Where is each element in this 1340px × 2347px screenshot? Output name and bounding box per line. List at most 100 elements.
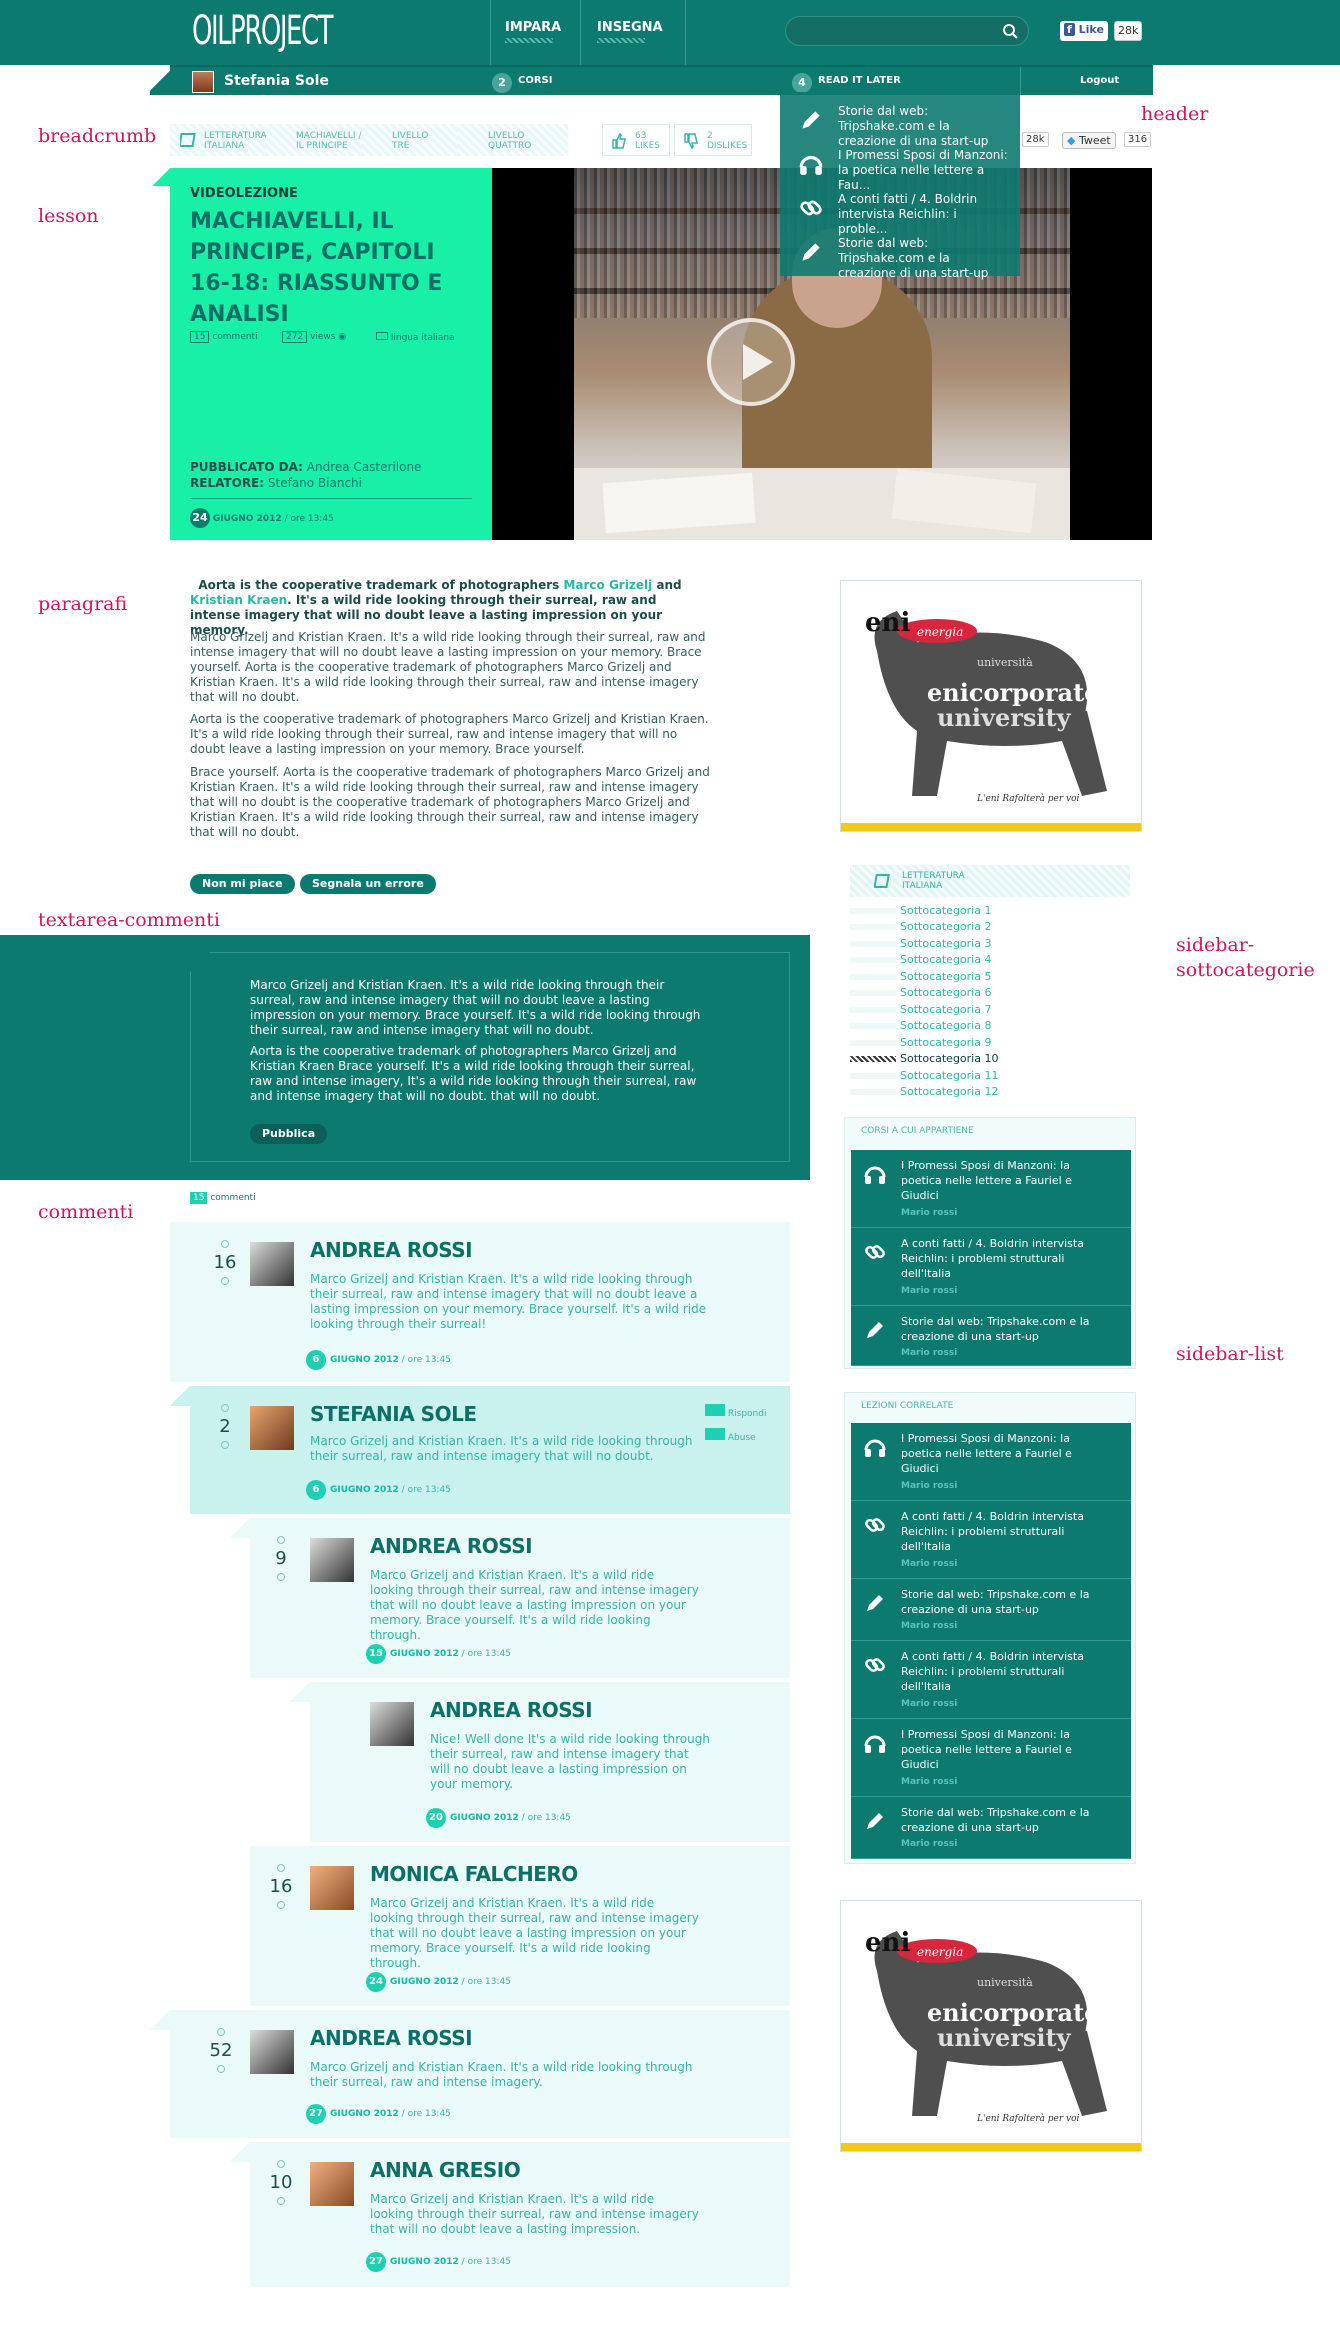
lesson-comments-count[interactable]: 15 commenti [190, 331, 258, 343]
comment-author[interactable]: STEFANIA SOLE [310, 1402, 477, 1426]
sidebar-subcategory[interactable]: Sottocategoria 4 [850, 952, 1150, 968]
avatar[interactable] [250, 1242, 294, 1286]
comment-reply: 10 ANNA GRESIO Marco Grizelj and Kristia… [230, 2142, 790, 2287]
facebook-icon: f [1064, 23, 1075, 36]
sidebar-subcategory[interactable]: Sottocategoria 7 [850, 1002, 1150, 1018]
report-error-button[interactable]: Segnala un errore [300, 874, 436, 894]
comment-date: 24 GIUGNO 2012 / ore 13:45 [366, 1972, 511, 1992]
vote-count[interactable]: 16 [210, 1240, 240, 1285]
avatar[interactable] [310, 1538, 354, 1582]
read-later-link[interactable]: 4 [792, 71, 812, 93]
avatar[interactable] [310, 1866, 354, 1910]
ad-banner[interactable]: eni energia enicorporate university univ… [840, 1900, 1142, 2152]
headphones-icon [864, 1735, 886, 1753]
vote-count[interactable]: 9 [266, 1536, 296, 1581]
read-later-label[interactable]: READ IT LATER [818, 75, 901, 86]
read-later-item[interactable]: Storie dal web: Tripshake.com e la creaz… [780, 229, 1020, 280]
play-icon[interactable] [707, 318, 795, 406]
read-later-item[interactable]: I Promessi Sposi di Manzoni: la poetica … [780, 141, 1020, 192]
avatar[interactable] [310, 2162, 354, 2206]
vote-count[interactable]: 16 [266, 1864, 296, 1909]
corsi-label[interactable]: CORSI [518, 75, 552, 86]
related-lesson-item[interactable]: Storie dal web: Tripshake.com e la creaz… [851, 1797, 1131, 1859]
vote-count[interactable]: 2 [210, 1404, 240, 1449]
sidebar-subcategory[interactable]: Sottocategoria 3 [850, 936, 1150, 952]
fb-like-count: 28k [1114, 21, 1143, 41]
lesson-title: MACHIAVELLI, IL PRINCIPE, CAPITOLI 16-18… [190, 209, 443, 327]
avatar[interactable] [192, 71, 214, 93]
ad-banner[interactable]: eni energia enicorporate university univ… [840, 580, 1142, 832]
related-lesson-item[interactable]: Storie dal web: Tripshake.com e la creaz… [851, 1579, 1131, 1641]
nav-insegna[interactable]: INSEGNA [597, 20, 663, 43]
comment-author[interactable]: MONICA FALCHERO [370, 1862, 578, 1886]
svg-text:eni: eni [865, 1928, 910, 1958]
link-icon [800, 200, 822, 216]
breadcrumb-item[interactable]: LIVELLO TRE [362, 124, 460, 156]
avatar[interactable] [250, 2030, 294, 2074]
related-lesson-item[interactable]: I Promessi Sposi di Manzoni: la poetica … [851, 1719, 1131, 1797]
sidebar-subcategory[interactable]: Sottocategoria 1 [850, 903, 1150, 919]
related-lesson-item[interactable]: A conti fatti / 4. Boldrin intervista Re… [851, 1501, 1131, 1579]
comment-reply: 16 MONICA FALCHERO Marco Grizelj and Kri… [250, 1846, 790, 2006]
related-lesson-item[interactable]: A conti fatti / 4. Boldrin intervista Re… [851, 1641, 1131, 1719]
paragraph: Aorta is the cooperative trademark of ph… [190, 712, 709, 756]
sidebar-subcategory[interactable]: Sottocategoria 2 [850, 919, 1150, 935]
nav-impara[interactable]: IMPARA [505, 20, 561, 43]
breadcrumb-item[interactable]: LIVELLO QUATTRO [458, 124, 568, 156]
annotation-breadcrumb: breadcrumb [38, 125, 157, 147]
lead-link[interactable]: Marco Grizelj [563, 578, 652, 592]
breadcrumb-item[interactable]: MACHIAVELLI / IL PRINCIPE [266, 124, 364, 156]
publish-button[interactable]: Pubblica [250, 1124, 328, 1144]
vote-count[interactable]: 52 [206, 2028, 236, 2073]
sidebar-subcategory[interactable]: Sottocategoria 6 [850, 985, 1150, 1001]
corsi-link[interactable]: 2 [492, 71, 512, 93]
comment-author[interactable]: ANDREA ROSSI [370, 1534, 533, 1558]
comment: 52 ANDREA ROSSI Marco Grizelj and Kristi… [150, 2010, 790, 2138]
sidebar-subcategory[interactable]: Sottocategoria 5 [850, 969, 1150, 985]
sidebar-subcategory[interactable]: Sottocategoria 8 [850, 1018, 1150, 1034]
course-item[interactable]: I Promessi Sposi di Manzoni: la poetica … [851, 1150, 1131, 1228]
avatar[interactable] [370, 1702, 414, 1746]
book-icon [874, 874, 890, 888]
comment-reply: 9 ANDREA ROSSI Marco Grizelj and Kristia… [230, 1518, 790, 1678]
vote-count[interactable]: 10 [266, 2160, 296, 2205]
course-item[interactable]: A conti fatti / 4. Boldrin intervista Re… [851, 1228, 1131, 1306]
link-icon [865, 1245, 885, 1259]
read-later-item[interactable]: A conti fatti / 4. Boldrin intervista Re… [780, 185, 1020, 236]
comment-author[interactable]: ANNA GRESIO [370, 2158, 521, 2182]
related-lesson-item[interactable]: I Promessi Sposi di Manzoni: la poetica … [851, 1423, 1131, 1501]
speaker: RELATORE: Stefano Bianchi [190, 476, 362, 490]
username[interactable]: Stefania Sole [224, 73, 329, 89]
tweet-button[interactable]: ◆ Tweet [1062, 132, 1116, 149]
breadcrumb-item[interactable]: LETTERATURA ITALIANA [170, 124, 268, 156]
sidebar-subcategory[interactable]: Sottocategoria 12 [850, 1084, 1150, 1100]
reply-button[interactable]: Rispondi [705, 1404, 766, 1419]
search-icon[interactable] [1002, 23, 1018, 39]
svg-text:energia: energia [917, 1945, 963, 1959]
course-item[interactable]: Storie dal web: Tripshake.com e la creaz… [851, 1306, 1131, 1366]
abuse-button[interactable]: Abuse [705, 1428, 756, 1443]
courses-title: CORSI A CUI APPARTIENE [861, 1126, 974, 1136]
comment: 16 ANDREA ROSSI Marco Grizelj and Kristi… [170, 1222, 790, 1382]
sidebar-subcategory[interactable]: Sottocategoria 9 [850, 1035, 1150, 1051]
logo[interactable]: OILPROJECT [192, 9, 333, 53]
sidebar-subcategory[interactable]: Sottocategoria 11 [850, 1068, 1150, 1084]
dislike-button[interactable]: Non mi piace [190, 874, 295, 894]
sidebar-category-head[interactable]: LETTERATURA ITALIANA [850, 865, 1130, 897]
logout-button[interactable]: Logout [1080, 75, 1119, 86]
annotation-lesson: lesson [38, 205, 99, 227]
read-later-item[interactable]: Storie dal web: Tripshake.com e la creaz… [780, 97, 1020, 148]
read-later-dropdown: Storie dal web: Tripshake.com e la creaz… [780, 92, 1020, 280]
sidebar-subcategory-active[interactable]: Sottocategoria 10 [850, 1051, 1150, 1067]
comment-author[interactable]: ANDREA ROSSI [310, 1238, 473, 1262]
comment-author[interactable]: ANDREA ROSSI [430, 1698, 593, 1722]
related-lessons-title: LEZIONI CORRELATE [861, 1401, 954, 1411]
comment-author[interactable]: ANDREA ROSSI [310, 2026, 473, 2050]
search-input[interactable] [785, 16, 1029, 46]
dislikes-button[interactable]: 2 DISLIKES [674, 124, 752, 156]
fb-like-button[interactable]: f Like [1060, 21, 1108, 41]
thumbs-down-icon [684, 133, 698, 149]
likes-button[interactable]: 63 LIKES [602, 124, 670, 156]
lead-link[interactable]: Kristian Kraen [190, 593, 287, 607]
avatar[interactable] [250, 1406, 294, 1450]
